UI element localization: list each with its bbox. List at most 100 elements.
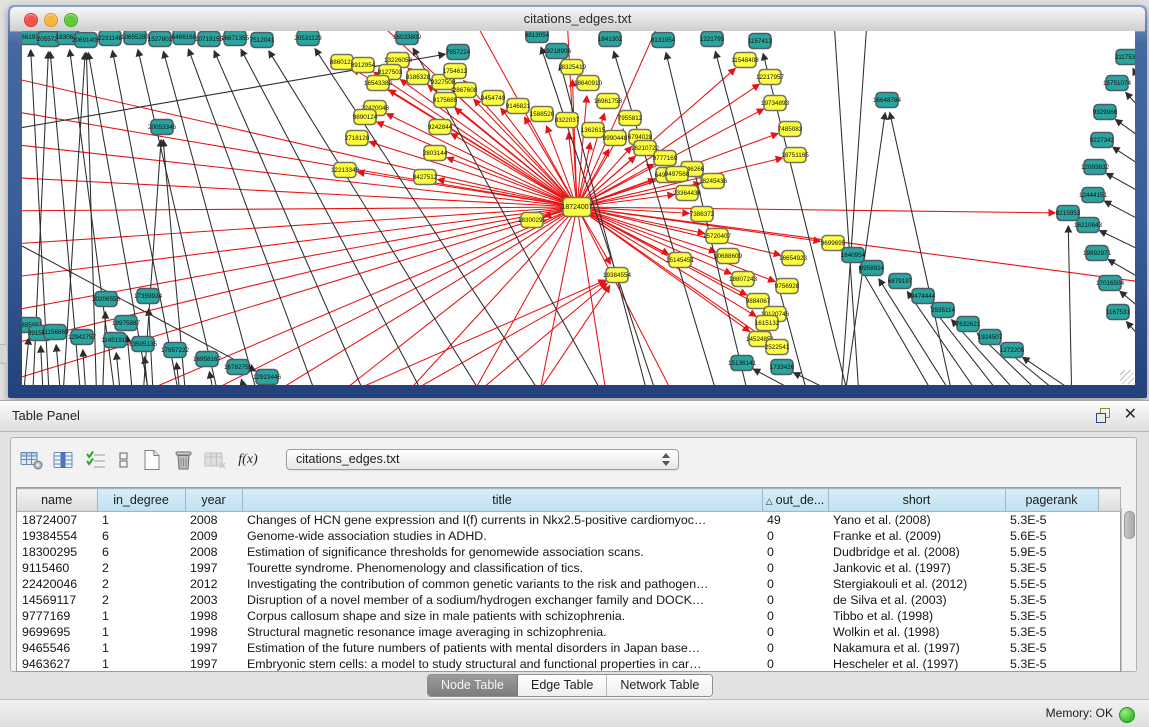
- graph-node[interactable]: 7955812: [618, 111, 643, 126]
- graph-node[interactable]: 18807243: [729, 272, 758, 287]
- graph-node[interactable]: 16958167: [193, 352, 222, 367]
- graph-edge[interactable]: [22, 338, 29, 385]
- graph-node[interactable]: 7857224: [446, 45, 471, 60]
- graph-node[interactable]: 2803144: [423, 146, 448, 161]
- table-cell[interactable]: 0: [762, 576, 828, 592]
- graph-node[interactable]: 16654923: [779, 251, 808, 266]
- close-window-button[interactable]: [24, 13, 38, 27]
- table-row[interactable]: 1872400712008Changes of HCN gene express…: [17, 512, 1120, 529]
- table-row[interactable]: 1456911722003Disruption of a novel membe…: [17, 592, 1120, 608]
- table-cell[interactable]: 0: [762, 608, 828, 624]
- graph-edge[interactable]: [577, 207, 692, 385]
- graph-edge[interactable]: [241, 380, 250, 385]
- table-cell[interactable]: Genome-wide association studies in ADHD.: [242, 528, 762, 544]
- table-cell[interactable]: Stergiakouli et al. (2012): [828, 576, 1005, 592]
- graph-node[interactable]: 1157413: [748, 34, 773, 49]
- graph-node[interactable]: 19975887: [112, 316, 141, 331]
- table-cell[interactable]: Hescheler et al. (1997): [828, 656, 1005, 672]
- table-cell[interactable]: 2: [97, 560, 185, 576]
- graph-node[interactable]: 1640954: [841, 248, 866, 263]
- table-cell[interactable]: 0: [762, 656, 828, 672]
- graph-node[interactable]: 17016504: [1096, 276, 1125, 291]
- graph-node[interactable]: 18300295: [518, 213, 547, 228]
- table-cell[interactable]: Embryonic stem cells: a model to study s…: [242, 656, 762, 672]
- graph-node[interactable]: 9890124: [353, 110, 378, 125]
- graph-edge[interactable]: [176, 363, 182, 385]
- graph-node[interactable]: 19218906: [543, 44, 572, 59]
- table-cell[interactable]: Tourette syndrome. Phenomenology and cla…: [242, 560, 762, 576]
- graph-edge[interactable]: [22, 207, 577, 211]
- graph-node[interactable]: 9242844: [428, 120, 453, 135]
- column-header-short[interactable]: short: [828, 489, 1005, 512]
- graph-node[interactable]: 18751165: [781, 148, 809, 163]
- graph-edge[interactable]: [41, 346, 44, 385]
- minimize-window-button[interactable]: [44, 13, 58, 27]
- table-cell[interactable]: 5.3E-5: [1005, 592, 1098, 608]
- graph-edge[interactable]: [212, 207, 577, 385]
- create-table-button[interactable]: [139, 447, 165, 473]
- table-cell[interactable]: 1: [97, 656, 185, 672]
- table-cell[interactable]: 1: [97, 512, 185, 529]
- graph-node[interactable]: 8990448: [603, 131, 628, 146]
- graph-node[interactable]: 1221795: [700, 32, 725, 47]
- graph-node[interactable]: 9497568: [665, 167, 690, 182]
- graph-node[interactable]: 20206556: [92, 292, 121, 307]
- graph-node[interactable]: 19734893: [761, 96, 790, 111]
- graph-node[interactable]: 12093832: [1081, 160, 1110, 175]
- graph-node[interactable]: 8813054: [525, 31, 550, 43]
- graph-node[interactable]: 9699695: [821, 236, 846, 251]
- table-cell[interactable]: 1: [97, 624, 185, 640]
- graph-node[interactable]: 1588520: [530, 107, 555, 122]
- graph-node[interactable]: 7632621: [956, 317, 981, 332]
- graph-node[interactable]: 10688609: [714, 249, 743, 264]
- graph-node[interactable]: 2231148: [98, 31, 123, 46]
- table-cell[interactable]: 0: [762, 640, 828, 656]
- column-header-in-degree[interactable]: in_degree: [97, 489, 185, 512]
- graph-edge[interactable]: [387, 114, 577, 207]
- table-cell[interactable]: 9463627: [17, 656, 97, 672]
- tab-network-table[interactable]: Network Table: [607, 675, 712, 696]
- window-titlebar[interactable]: citations_edges.txt: [10, 7, 1145, 32]
- table-cell[interactable]: 1998: [185, 608, 242, 624]
- table-cell[interactable]: 2: [97, 592, 185, 608]
- table-row[interactable]: 946362711997Embryonic stem cells: a mode…: [17, 656, 1120, 672]
- graph-edge[interactable]: [577, 207, 612, 385]
- graph-node[interactable]: 8912954: [351, 58, 376, 73]
- table-cell[interactable]: 6: [97, 544, 185, 560]
- float-panel-icon[interactable]: [1096, 408, 1110, 422]
- graph-edge[interactable]: [512, 286, 610, 385]
- graph-node[interactable]: 1841302: [598, 32, 623, 47]
- table-cell[interactable]: Tibbo et al. (1998): [828, 608, 1005, 624]
- graph-node[interactable]: 10719155: [195, 32, 224, 47]
- table-scrollbar[interactable]: [1121, 508, 1136, 671]
- table-cell[interactable]: Wolkin et al. (1998): [828, 624, 1005, 640]
- table-cell[interactable]: Franke et al. (2009): [828, 528, 1005, 544]
- graph-node[interactable]: 18325419: [558, 60, 587, 75]
- table-cell[interactable]: 1997: [185, 656, 242, 672]
- column-header-pagerank[interactable]: pagerank: [1005, 489, 1098, 512]
- table-row[interactable]: 977716911998Corpus callosum shape and si…: [17, 608, 1120, 624]
- graph-edge[interactable]: [116, 353, 122, 385]
- graph-node[interactable]: 9329966: [1093, 105, 1118, 120]
- table-row[interactable]: 946554611997Estimation of the future num…: [17, 640, 1120, 656]
- graph-node[interactable]: 1754612: [443, 64, 468, 79]
- graph-edge[interactable]: [1126, 93, 1135, 108]
- graph-node[interactable]: 6879197: [888, 274, 913, 289]
- graph-edge[interactable]: [22, 207, 577, 281]
- table-cell[interactable]: 2012: [185, 576, 242, 592]
- left-panel-splitter-handle[interactable]: [0, 344, 8, 364]
- table-cell[interactable]: Yano et al. (2008): [828, 512, 1005, 529]
- zoom-window-button[interactable]: [64, 13, 78, 27]
- function-builder-button[interactable]: f(x): [235, 447, 261, 473]
- table-cell[interactable]: 9777169: [17, 608, 97, 624]
- network-canvas[interactable]: 1872400788601238912954132260589127503165…: [22, 31, 1135, 385]
- graph-node[interactable]: 16671355: [221, 31, 250, 46]
- table-cell[interactable]: 18724007: [17, 512, 97, 529]
- graph-node[interactable]: 12942757: [68, 330, 97, 345]
- graph-edge[interactable]: [890, 113, 957, 385]
- graph-edge[interactable]: [1113, 147, 1135, 165]
- graph-node[interactable]: 15751074: [1103, 76, 1132, 91]
- graph-edge[interactable]: [22, 106, 577, 207]
- graph-node[interactable]: 19892971: [1083, 246, 1112, 261]
- graph-edge[interactable]: [1023, 357, 1102, 385]
